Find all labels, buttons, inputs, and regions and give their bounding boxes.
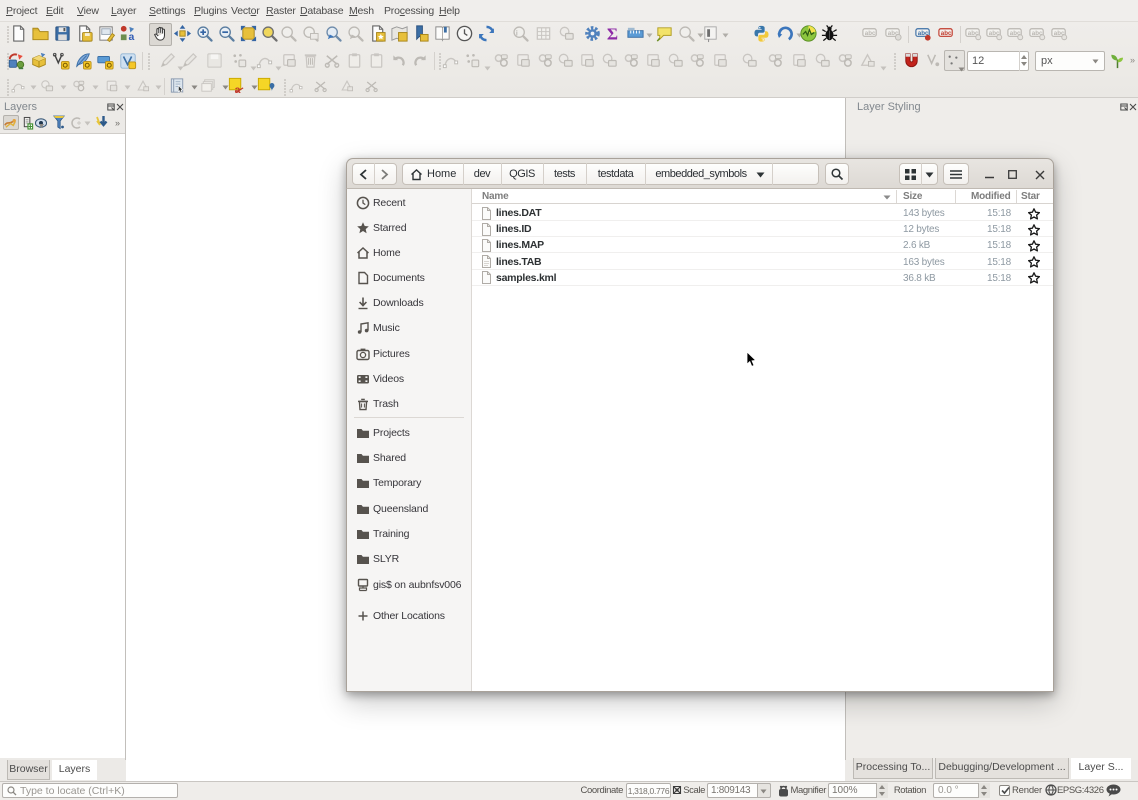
svg-text:Σ: Σ (607, 25, 618, 43)
svg-text:abc: abc (941, 30, 952, 37)
svg-text:abc: abc (865, 30, 876, 37)
svg-text:i: i (516, 28, 518, 37)
svg-text:a: a (128, 32, 134, 43)
